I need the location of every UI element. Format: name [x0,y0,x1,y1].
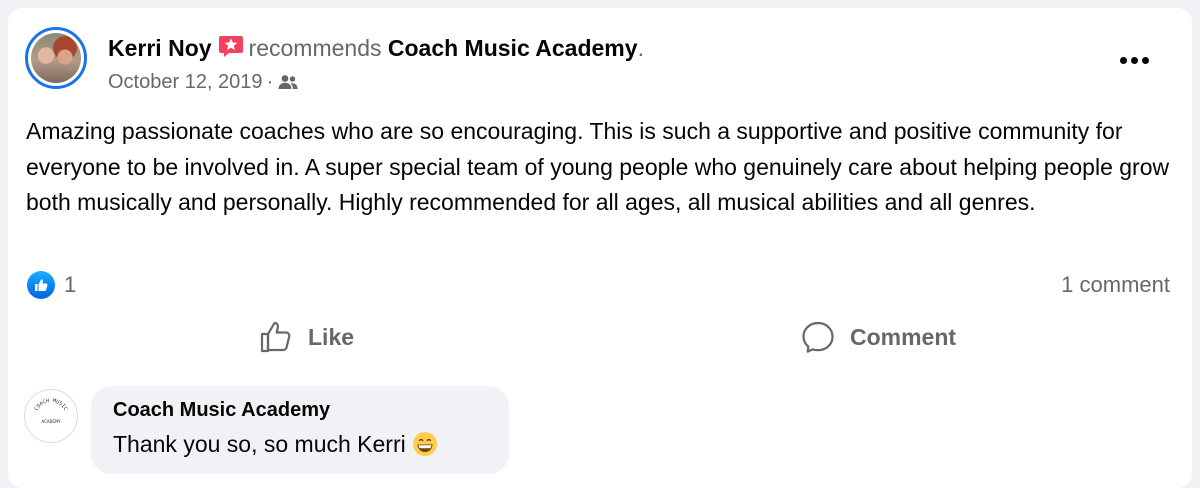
comment-text: Thank you so, so much Kerri [113,431,406,457]
header-period: . [637,35,644,61]
like-count: 1 [64,272,77,297]
more-options-icon[interactable] [1112,44,1156,76]
academy-logo: COACH MUSIC ACADEMY [34,398,69,425]
recommends-text: recommends [248,35,382,61]
author-name[interactable]: Kerri Noy [108,35,212,61]
post-body-text: Amazing passionate coaches who are so en… [26,118,1170,215]
more-dot [1119,56,1127,64]
meta-separator: · [266,71,274,93]
author-photo [31,33,81,83]
post-date[interactable]: October 12, 2019 [108,71,263,93]
friends-icon[interactable] [277,73,299,91]
post-header-line: Kerri Noy recommends Coach Music Academy… [108,33,644,63]
comment-count-link[interactable]: 1 comment [1061,270,1170,300]
comment-text-row: Thank you so, so much Kerri [113,431,438,458]
post-meta: October 12, 2019 · [108,69,299,95]
svg-text:ACADEMY: ACADEMY [41,419,61,425]
comment-button[interactable]: Comment [800,314,956,360]
like-reaction-icon [27,271,55,299]
comment-button-label: Comment [850,323,957,350]
more-dot [1141,56,1149,64]
commenter-avatar[interactable]: COACH MUSIC ACADEMY [24,389,78,443]
like-button-label: Like [308,323,355,350]
action-bar: Like Comment [8,314,1192,360]
thumbs-up-icon [260,321,291,353]
reaction-summary[interactable]: 1 [27,270,76,300]
post-card: Kerri Noy recommends Coach Music Academy… [8,8,1192,488]
more-dot [1130,56,1138,64]
like-button[interactable]: Like [258,314,354,360]
author-avatar[interactable] [25,27,87,89]
svg-text:COACH MUSIC: COACH MUSIC [34,398,69,412]
comment-bubble: Coach Music Academy Thank you so, so muc… [91,386,509,474]
grinning-face-icon [412,432,437,456]
comment-bubble-icon [802,321,834,353]
star-badge-icon [218,36,243,57]
comment-author[interactable]: Coach Music Academy [113,399,330,422]
page-name-link[interactable]: Coach Music Academy [388,35,638,61]
